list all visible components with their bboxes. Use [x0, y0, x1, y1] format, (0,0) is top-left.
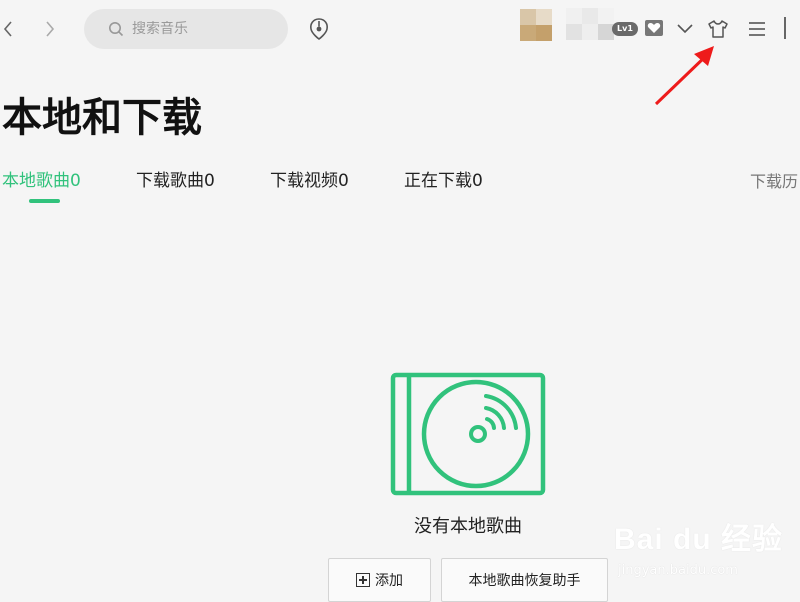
- skin-button[interactable]: [705, 16, 731, 42]
- forward-button[interactable]: [38, 14, 62, 44]
- menu-button[interactable]: [744, 16, 770, 42]
- chevron-right-icon: [46, 21, 55, 37]
- tab-local-songs[interactable]: 本地歌曲0: [2, 169, 81, 193]
- page-title: 本地和下载: [2, 95, 202, 141]
- avatar[interactable]: [520, 9, 552, 41]
- watermark-logo: Bai du 经验: [614, 523, 784, 556]
- tshirt-icon: [708, 20, 728, 38]
- music-gene-icon: [310, 18, 328, 40]
- dropdown-button[interactable]: [672, 16, 698, 42]
- annotation-arrow-icon: [654, 46, 714, 106]
- tab-downloaded-videos[interactable]: 下载视频0: [270, 169, 349, 193]
- baidu-jingyan-watermark: Bai du 经验 jingyan.baidu.com: [614, 508, 800, 600]
- search-icon: [109, 22, 124, 37]
- chevron-left-icon: [3, 21, 12, 37]
- tab-downloaded-songs[interactable]: 下载歌曲0: [136, 169, 215, 193]
- back-button[interactable]: [0, 14, 20, 44]
- watermark-url: jingyan.baidu.com: [618, 563, 738, 578]
- search-input[interactable]: [132, 21, 272, 37]
- search-box[interactable]: [84, 9, 288, 49]
- active-tab-indicator: [29, 199, 60, 203]
- toolbar-divider: [784, 17, 786, 39]
- add-button[interactable]: 添加: [328, 558, 431, 602]
- cd-disc-icon: [390, 372, 546, 496]
- music-gene-button[interactable]: [308, 17, 330, 41]
- add-button-label: 添加: [375, 573, 403, 589]
- restore-assistant-button[interactable]: 本地歌曲恢复助手: [441, 558, 608, 602]
- vip-heart-icon: [645, 20, 663, 36]
- menu-icon: [749, 22, 765, 36]
- add-icon: [356, 573, 370, 587]
- vip-button[interactable]: [644, 18, 664, 38]
- username-blurred[interactable]: [566, 8, 614, 40]
- download-history-link[interactable]: 下载历: [750, 171, 798, 193]
- level-badge: Lv1: [612, 22, 638, 36]
- restore-assistant-label: 本地歌曲恢复助手: [468, 573, 581, 589]
- tab-downloading[interactable]: 正在下载0: [404, 169, 483, 193]
- chevron-down-icon: [677, 24, 693, 34]
- empty-state-message: 没有本地歌曲: [414, 516, 522, 537]
